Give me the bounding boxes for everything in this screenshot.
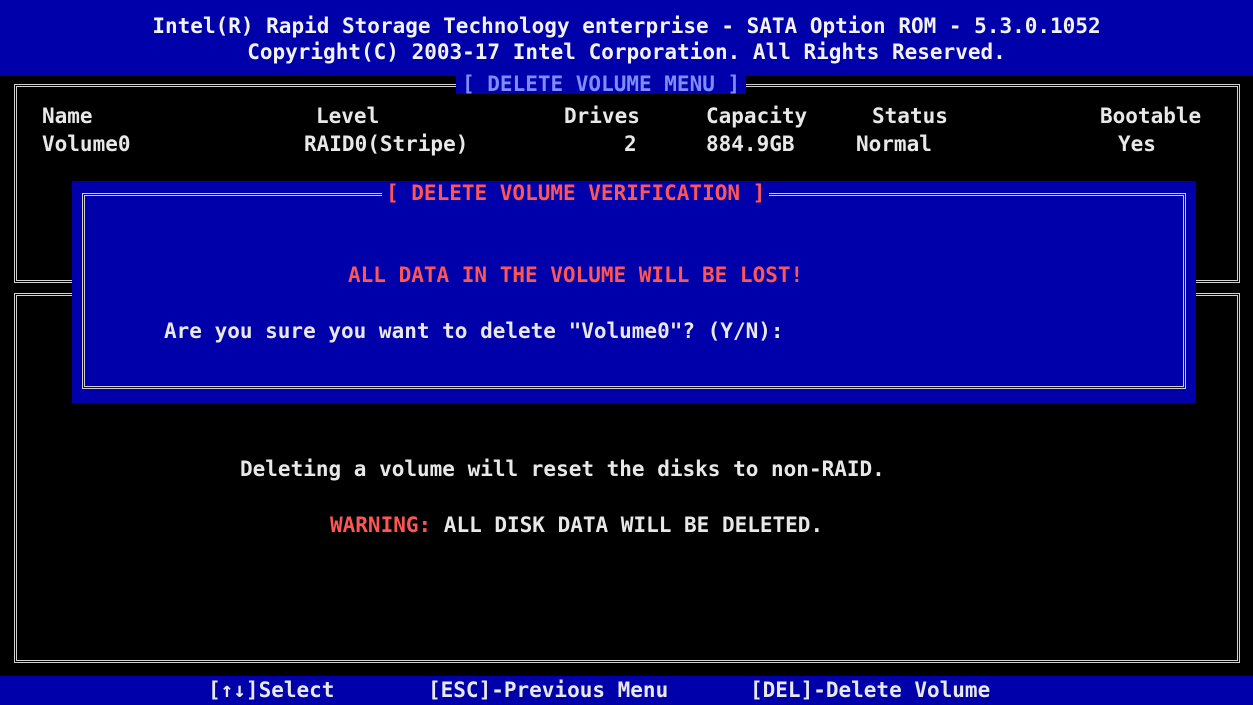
- disk-data-warning: WARNING: ALL DISK DATA WILL BE DELETED.: [330, 513, 823, 537]
- column-header-bootable: Bootable: [1100, 104, 1202, 128]
- del-key-hint: [DEL]-Delete Volume: [750, 678, 991, 702]
- dialog-border: [82, 193, 1186, 389]
- copyright-line: Copyright(C) 2003-17 Intel Corporation. …: [247, 40, 1006, 64]
- volume-capacity: 884.9GB: [706, 132, 795, 156]
- column-header-name: Name: [42, 104, 93, 128]
- volume-drives: 2: [624, 132, 637, 156]
- data-loss-warning: ALL DATA IN THE VOLUME WILL BE LOST!: [348, 263, 804, 287]
- esc-key-hint: [ESC]-Previous Menu: [428, 678, 669, 702]
- column-header-drives: Drives: [564, 104, 640, 128]
- warning-text: ALL DISK DATA WILL BE DELETED.: [431, 513, 824, 537]
- warning-label: WARNING:: [330, 513, 432, 537]
- column-header-capacity: Capacity: [706, 104, 808, 128]
- title-bar: Intel(R) Rapid Storage Technology enterp…: [0, 0, 1253, 76]
- dialog-title-text: [ DELETE VOLUME VERIFICATION ]: [386, 181, 766, 205]
- column-header-level: Level: [316, 104, 380, 128]
- key-help-bar: [↑↓]Select [ESC]-Previous Menu [DEL]-Del…: [0, 676, 1253, 705]
- delete-volume-menu-title: [ DELETE VOLUME MENU ]: [456, 74, 747, 95]
- volume-bootable: Yes: [1118, 132, 1156, 156]
- select-key-hint: [↑↓]Select: [208, 678, 335, 702]
- dialog-title: [ DELETE VOLUME VERIFICATION ]: [382, 181, 770, 205]
- volume-name: Volume0: [42, 132, 131, 156]
- delete-verification-dialog[interactable]: [ DELETE VOLUME VERIFICATION ] ALL DATA …: [72, 181, 1196, 403]
- confirm-prompt[interactable]: Are you sure you want to delete "Volume0…: [164, 319, 784, 343]
- column-header-status: Status: [872, 104, 948, 128]
- reset-info-text: Deleting a volume will reset the disks t…: [240, 457, 885, 481]
- volume-level: RAID0(Stripe): [304, 132, 469, 156]
- volume-status: Normal: [856, 132, 932, 156]
- product-title: Intel(R) Rapid Storage Technology enterp…: [152, 14, 1101, 38]
